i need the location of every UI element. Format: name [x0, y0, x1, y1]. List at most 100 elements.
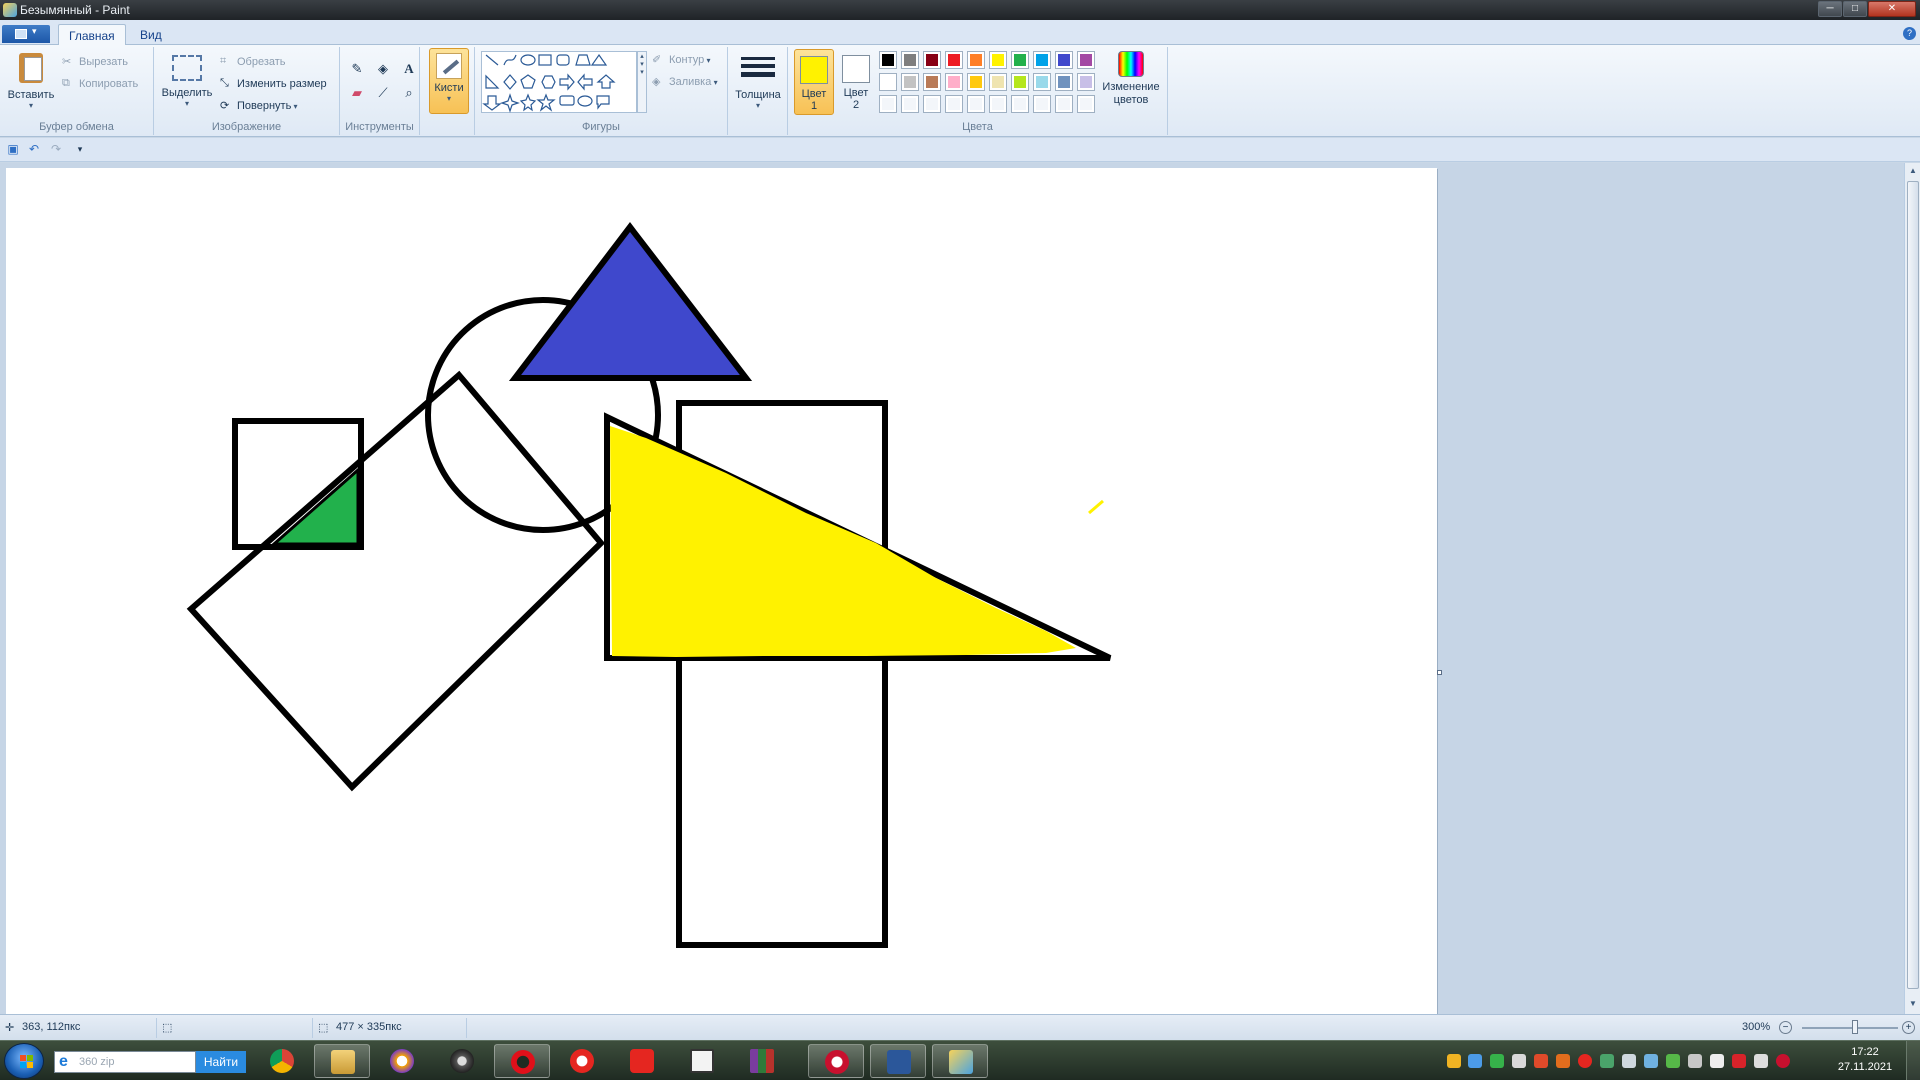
tray-app-icon[interactable] — [1534, 1054, 1548, 1068]
crop-button[interactable]: ⌗ Обрезать — [220, 55, 286, 69]
palette-color-swatch[interactable] — [1077, 73, 1095, 91]
tab-home[interactable]: Главная — [58, 24, 126, 46]
palette-custom-slot[interactable] — [879, 95, 897, 113]
palette-custom-slot[interactable] — [1055, 95, 1073, 113]
pencil-icon[interactable]: ✎ — [346, 59, 368, 79]
resize-button[interactable]: ⤡ Изменить размер — [220, 77, 327, 91]
palette-color-swatch[interactable] — [945, 51, 963, 69]
select-button[interactable]: Выделить ▾ — [160, 51, 214, 108]
tray-camera-icon[interactable] — [1644, 1054, 1658, 1068]
minimize-button[interactable]: ─ — [1818, 1, 1842, 17]
palette-color-swatch[interactable] — [879, 51, 897, 69]
brushes-button[interactable]: Кисти ▾ — [429, 48, 469, 114]
palette-custom-slot[interactable] — [901, 95, 919, 113]
palette-color-swatch[interactable] — [1055, 73, 1073, 91]
show-desktop-button[interactable] — [1906, 1041, 1920, 1080]
tray-app-icon[interactable] — [1490, 1054, 1504, 1068]
file-menu-button[interactable]: ▾ — [2, 25, 50, 43]
taskbar-yandex[interactable] — [614, 1044, 670, 1078]
magnifier-icon[interactable]: ⌕ — [398, 83, 420, 103]
tab-view[interactable]: Вид — [130, 24, 172, 46]
edit-colors-button[interactable]: Изменение цветов — [1101, 51, 1161, 107]
canvas-drawing[interactable] — [6, 168, 1437, 1014]
palette-color-swatch[interactable] — [1011, 51, 1029, 69]
zoom-slider[interactable] — [1802, 1027, 1898, 1029]
color-picker-icon[interactable]: ⟋ — [372, 83, 394, 103]
palette-color-swatch[interactable] — [923, 73, 941, 91]
taskbar-opera[interactable] — [494, 1044, 550, 1078]
taskbar-search-button[interactable]: Найти — [196, 1051, 246, 1073]
shapes-scrollbar[interactable]: ▴ ▾ ▾ — [637, 51, 647, 113]
palette-color-swatch[interactable] — [1011, 73, 1029, 91]
help-icon[interactable]: ? — [1903, 27, 1916, 40]
taskbar-media[interactable] — [434, 1044, 490, 1078]
palette-custom-slot[interactable] — [989, 95, 1007, 113]
tray-app-icon[interactable] — [1732, 1054, 1746, 1068]
palette-color-swatch[interactable] — [879, 73, 897, 91]
cut-button[interactable]: ✂ Вырезать — [62, 55, 128, 69]
palette-custom-slot[interactable] — [923, 95, 941, 113]
palette-color-swatch[interactable] — [1033, 73, 1051, 91]
palette-color-swatch[interactable] — [1033, 51, 1051, 69]
palette-custom-slot[interactable] — [967, 95, 985, 113]
palette-custom-slot[interactable] — [1011, 95, 1029, 113]
start-button[interactable] — [4, 1043, 44, 1079]
palette-color-swatch[interactable] — [1055, 51, 1073, 69]
scrollbar-thumb[interactable] — [1907, 181, 1919, 989]
tray-app-icon[interactable] — [1512, 1054, 1526, 1068]
shapes-gallery-icons[interactable] — [482, 52, 638, 114]
zoom-out-icon[interactable]: − — [1779, 1021, 1792, 1034]
palette-color-swatch[interactable] — [945, 73, 963, 91]
taskbar-explorer[interactable] — [314, 1044, 370, 1078]
vertical-scrollbar[interactable]: ▲ ▼ — [1904, 163, 1920, 1014]
palette-color-swatch[interactable] — [989, 73, 1007, 91]
outline-button[interactable]: ✐ Контур ▾ — [652, 53, 711, 67]
paste-button[interactable]: Вставить ▾ — [4, 51, 58, 110]
customize-toolbar-icon[interactable]: ▾ — [73, 142, 87, 156]
palette-color-swatch[interactable] — [989, 51, 1007, 69]
palette-color-swatch[interactable] — [967, 73, 985, 91]
tray-app-icon[interactable] — [1556, 1054, 1570, 1068]
tray-app-icon[interactable] — [1666, 1054, 1680, 1068]
maximize-button[interactable]: □ — [1843, 1, 1867, 17]
palette-color-swatch[interactable] — [967, 51, 985, 69]
tray-yandex-icon[interactable] — [1578, 1054, 1592, 1068]
palette-custom-slot[interactable] — [1033, 95, 1051, 113]
tray-app-icon[interactable] — [1600, 1054, 1614, 1068]
taskbar-opera-2[interactable] — [808, 1044, 864, 1078]
palette-color-swatch[interactable] — [901, 73, 919, 91]
rotate-button[interactable]: ⟳ Повернуть ▾ — [220, 99, 298, 113]
scroll-up-icon[interactable]: ▲ — [1908, 166, 1918, 178]
eraser-icon[interactable]: ▰ — [346, 83, 368, 103]
size-button[interactable]: Толщина ▾ — [732, 51, 784, 110]
taskbar-yandex-browser[interactable] — [554, 1044, 610, 1078]
tray-app-icon[interactable] — [1688, 1054, 1702, 1068]
palette-color-swatch[interactable] — [901, 51, 919, 69]
paint-app-icon[interactable] — [3, 3, 17, 17]
palette-color-swatch[interactable] — [1077, 51, 1095, 69]
tray-app-icon[interactable] — [1622, 1054, 1636, 1068]
taskbar-clock[interactable]: 17:22 27.11.2021 — [1830, 1045, 1900, 1075]
save-icon[interactable]: ▣ — [6, 142, 20, 156]
tray-app-icon[interactable] — [1468, 1054, 1482, 1068]
fill-bucket-icon[interactable]: ◈ — [372, 59, 394, 79]
taskbar-chrome[interactable] — [254, 1044, 310, 1078]
flag-icon[interactable] — [1710, 1054, 1724, 1068]
taskbar-calendar[interactable] — [674, 1044, 730, 1078]
taskbar-browser[interactable] — [374, 1044, 430, 1078]
tray-app-icon[interactable] — [1776, 1054, 1790, 1068]
zoom-slider-thumb[interactable] — [1852, 1020, 1858, 1034]
close-button[interactable]: ✕ — [1868, 1, 1916, 17]
taskbar-paint[interactable] — [932, 1044, 988, 1078]
palette-color-swatch[interactable] — [923, 51, 941, 69]
scroll-down-icon[interactable]: ▼ — [1908, 999, 1918, 1011]
taskbar-word[interactable] — [870, 1044, 926, 1078]
tray-app-icon[interactable] — [1447, 1054, 1461, 1068]
taskbar-winrar[interactable] — [734, 1044, 790, 1078]
drawing-canvas[interactable] — [6, 168, 1437, 1014]
fill-button[interactable]: ◈ Заливка ▾ — [652, 75, 718, 89]
copy-button[interactable]: ⧉ Копировать — [62, 77, 138, 91]
text-tool-icon[interactable]: A — [398, 59, 420, 79]
palette-custom-slot[interactable] — [1077, 95, 1095, 113]
zoom-in-icon[interactable]: + — [1902, 1021, 1915, 1034]
